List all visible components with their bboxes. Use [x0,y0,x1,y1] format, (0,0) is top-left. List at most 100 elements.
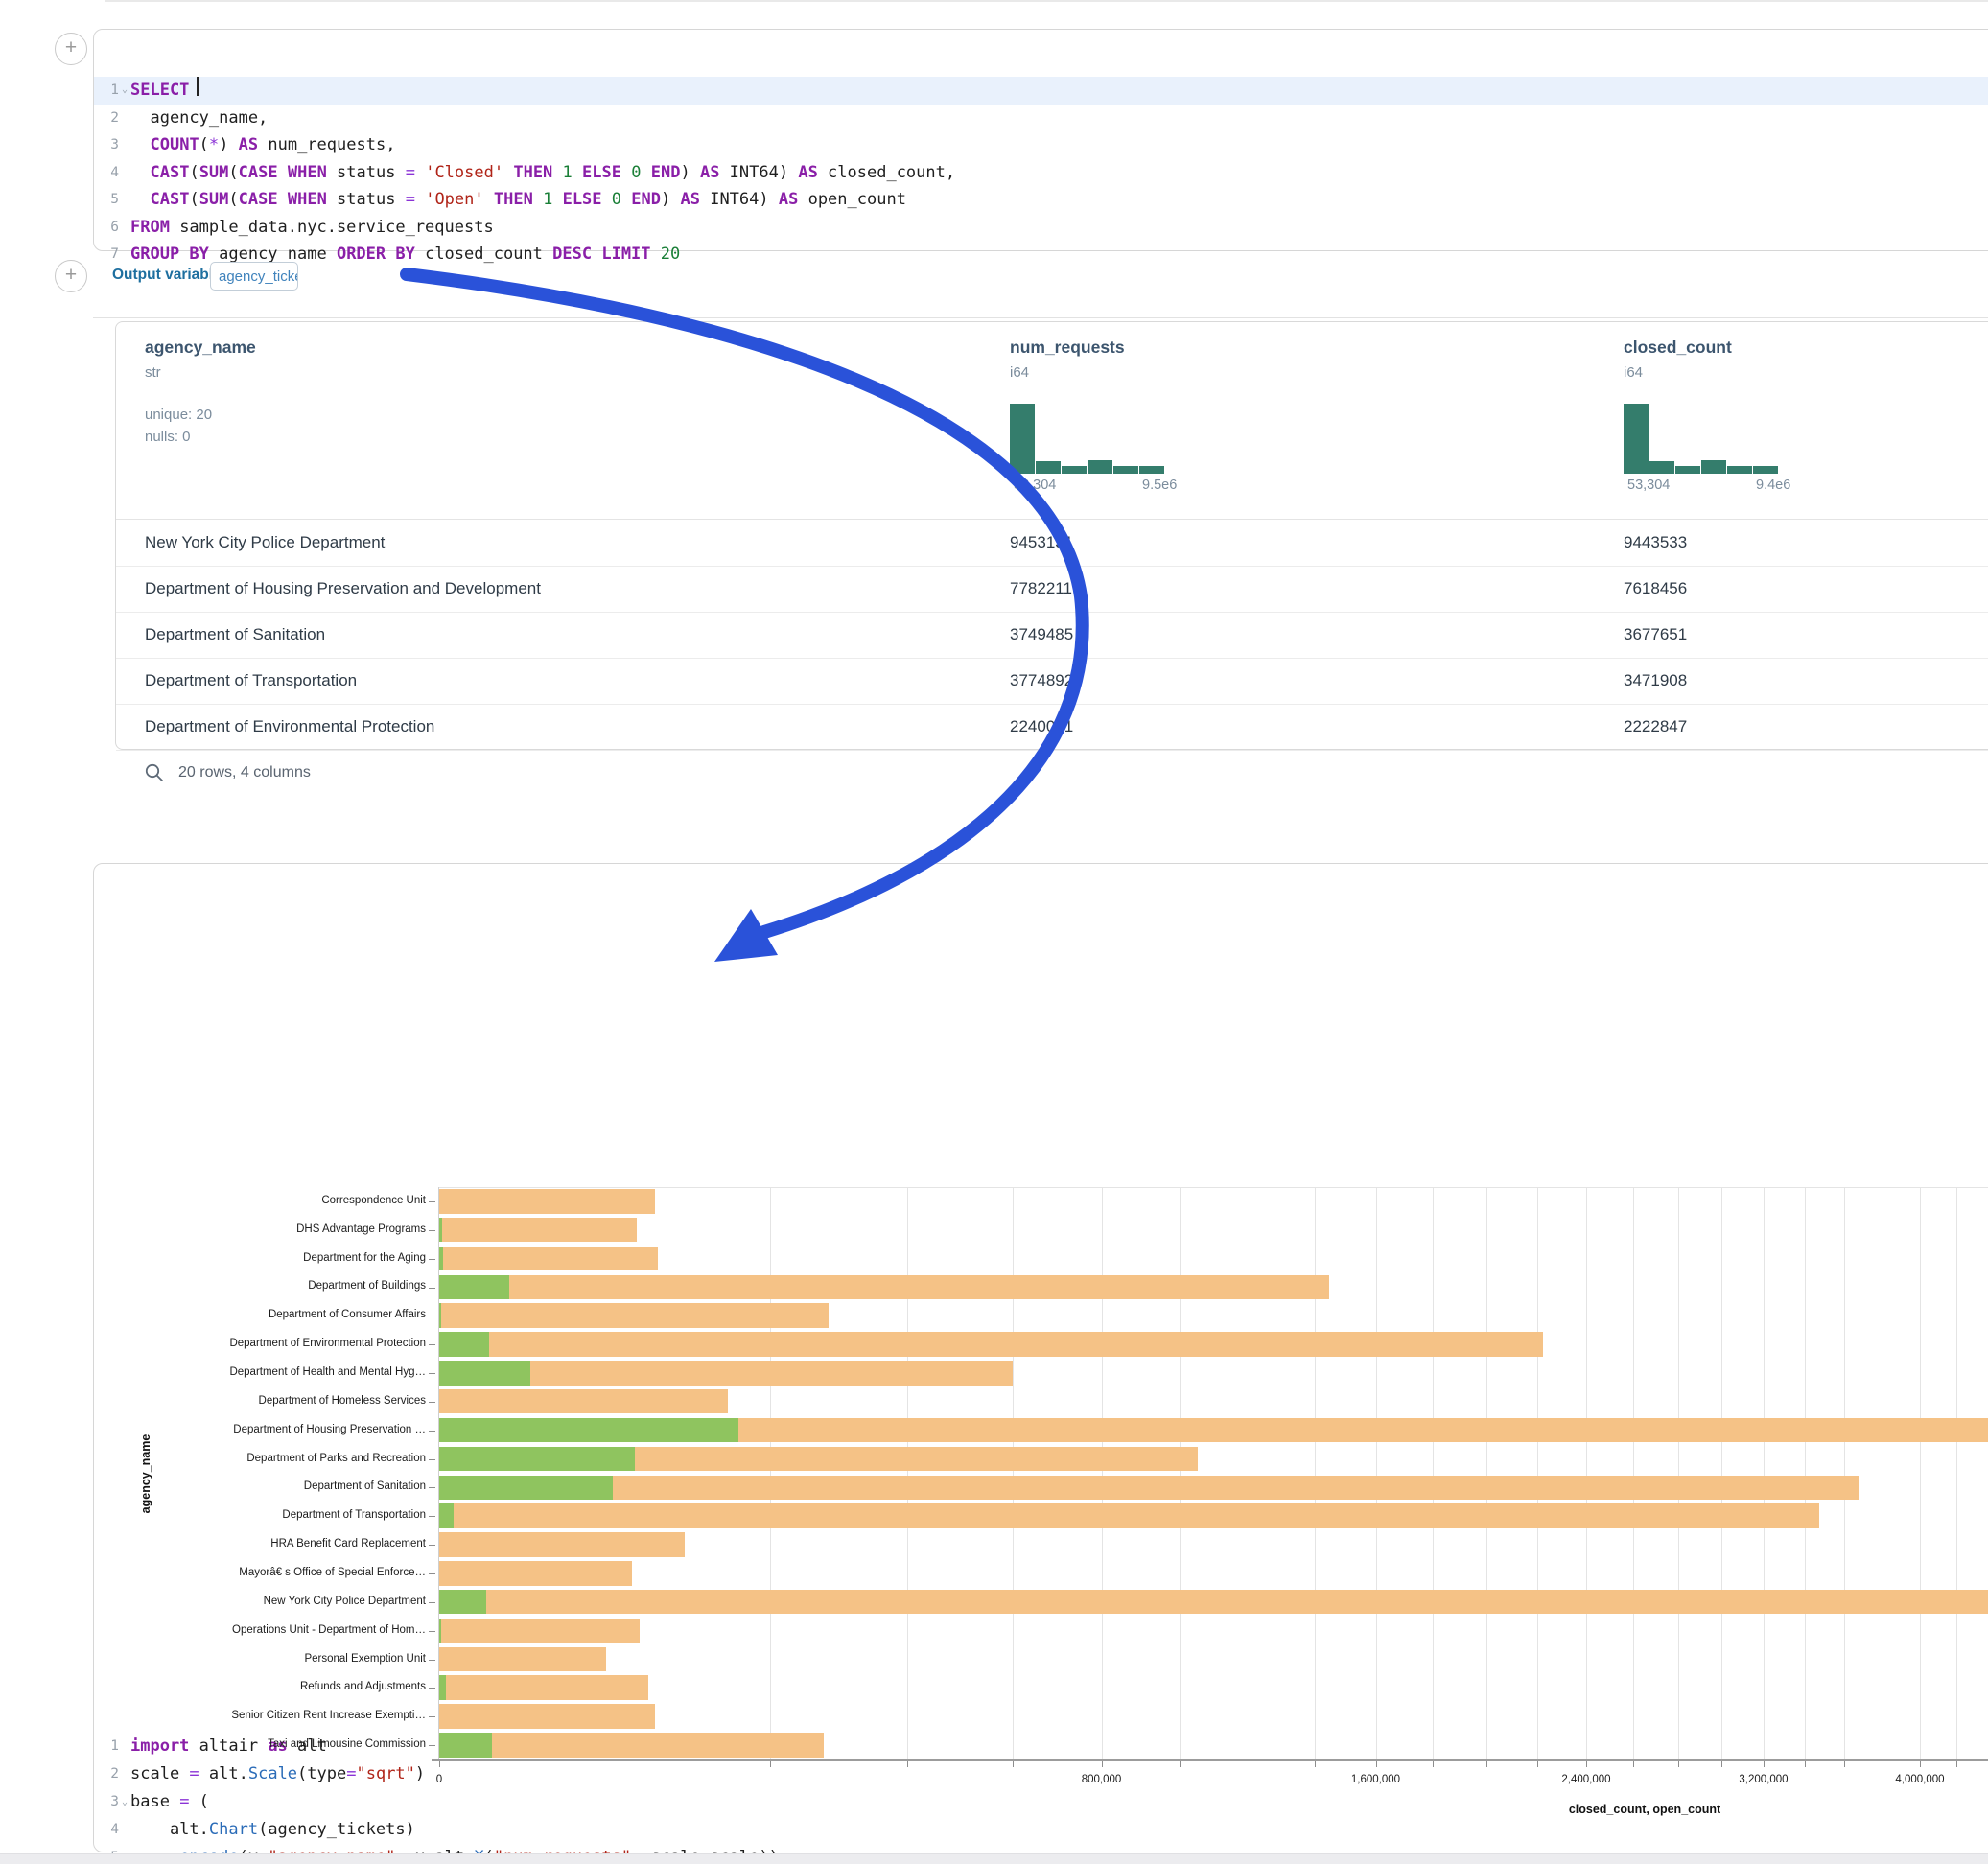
bar-open-count [439,1275,509,1300]
bar-open-count [439,1303,441,1328]
fold-chevron-icon[interactable]: ⌄ [119,77,130,105]
code-token [130,131,150,159]
bar-closed-count [439,1389,728,1414]
x-axis-tick [1315,1761,1316,1767]
category-label: Department of Sanitation [119,1480,426,1492]
line-number: 4 [94,159,119,187]
previous-cell-edge [105,0,1988,2]
code-line[interactable]: 4 alt.Chart(agency_tickets) [94,1816,1988,1844]
table-row[interactable]: Department of Transportation377489234719… [116,658,1988,705]
code-line[interactable]: 6FROM sample_data.nyc.service_requests [94,214,1988,242]
x-axis-tick [1956,1761,1957,1767]
code-token: Scale [248,1760,297,1788]
category-label: Taxi and Limousine Commission [119,1738,426,1750]
code-token: LIMIT [601,241,650,268]
bar-closed-count [439,1647,606,1672]
line-number: 2 [94,1760,119,1788]
table-footer: 20 rows, 4 columns [144,759,311,786]
y-axis-domain [438,1187,439,1759]
x-axis-tick [1376,1761,1377,1767]
code-token [484,186,494,214]
table-cell: 3471908 [1624,658,1687,704]
table-row[interactable]: Department of Sanitation37494853677651 [116,612,1988,659]
code-token [602,186,612,214]
x-axis-tick [1764,1761,1765,1767]
histogram-bar [1036,461,1061,474]
plot-top-border [439,1187,1988,1188]
code-token: ( [189,186,199,214]
sql-code-editor[interactable]: 1⌄SELECT2 agency_name,3 COUNT(*) AS num_… [94,77,1988,268]
code-token: SUM [199,186,229,214]
code-token [642,159,651,187]
code-token [621,186,631,214]
code-token: COUNT [150,131,199,159]
table-row[interactable]: Department of Housing Preservation and D… [116,566,1988,613]
x-axis-tick [770,1761,771,1767]
code-token: alt. [199,1760,248,1788]
code-token: FROM [130,214,170,242]
table-cell: Department of Environmental Protection [145,704,434,750]
code-token: ( [189,1788,208,1816]
table-shape-label: 20 rows, 4 columns [178,764,311,781]
bar-open-count [439,1733,492,1758]
code-line[interactable]: 2scale = alt.Scale(type="sqrt") [94,1760,1988,1788]
add-cell-button-output[interactable]: + [55,260,87,292]
line-number: 2 [94,105,119,132]
x-axis-tick [1844,1761,1845,1767]
table-cell: Department of Transportation [145,658,357,704]
code-token: = [406,186,415,214]
code-token: 'Closed' [425,159,503,187]
code-line[interactable]: 3 COUNT(*) AS num_requests, [94,131,1988,159]
category-label: Operations Unit - Department of Hom… [119,1624,426,1636]
code-line[interactable]: 1⌄SELECT [94,77,1988,105]
code-line[interactable]: 5 CAST(SUM(CASE WHEN status = 'Open' THE… [94,186,1988,214]
fold-chevron-icon[interactable]: ⌄ [119,1788,130,1816]
code-token: * [209,131,219,159]
code-line[interactable]: 2 agency_name, [94,105,1988,132]
code-line[interactable]: 4 CAST(SUM(CASE WHEN status = 'Closed' T… [94,159,1988,187]
column-header-num_requests[interactable]: num_requestsi6453,3049.5e6 [1010,322,1355,519]
bar-closed-count [439,1704,655,1729]
code-token: ) [219,131,238,159]
category-tick [429,1431,435,1432]
chart-gridline [1102,1187,1103,1759]
category-tick [429,1373,435,1374]
search-icon[interactable] [144,762,165,783]
bar-open-count [439,1619,441,1643]
category-label: Department of Homeless Services [119,1395,426,1407]
code-token: base [130,1788,179,1816]
line-number: 3 [94,131,119,159]
category-label: Department of Transportation [119,1509,426,1521]
column-header-closed_count[interactable]: closed_counti6453,3049.4e6 [1624,322,1969,519]
code-token: ORDER BY [337,241,415,268]
code-token: status [327,186,406,214]
table-row[interactable]: New York City Police Department945313194… [116,520,1988,567]
bar-closed-count [439,1218,637,1243]
bar-closed-count [439,1503,1819,1528]
python-code-editor[interactable]: 1import altair as alt2scale = alt.Scale(… [94,1733,1988,1864]
add-cell-button-top[interactable]: + [55,33,87,65]
histogram-max-label: 9.5e6 [1142,478,1177,493]
bar-open-count [439,1361,530,1386]
table-cell: 3749485 [1010,612,1073,658]
python-cell[interactable]: 1import altair as alt2scale = alt.Scale(… [93,863,1988,1852]
x-axis-tick [1180,1761,1181,1767]
bar-closed-count [439,1303,829,1328]
column-header-agency_name[interactable]: agency_namestrunique: 20nulls: 0 [145,322,490,519]
chart-gridline [1180,1187,1181,1759]
sql-cell[interactable]: 1⌄SELECT2 agency_name,3 COUNT(*) AS num_… [93,29,1988,251]
code-token: SUM [199,159,229,187]
chart-gridline [1376,1187,1377,1759]
table-cell: 7782211 [1010,566,1072,612]
category-tick [429,1344,435,1345]
code-line[interactable]: 7GROUP BY agency_name ORDER BY closed_co… [94,241,1988,268]
line-number: 7 [94,241,119,268]
code-token: = [189,1760,199,1788]
table-row[interactable]: Department of Environmental Protection22… [116,704,1988,751]
output-variable-input[interactable]: agency_tickets [210,262,298,291]
category-tick [429,1402,435,1403]
code-token: SELECT [130,77,189,105]
code-token: AS [779,186,798,214]
table-cell: 9443533 [1624,520,1687,566]
code-token: AS [239,131,258,159]
